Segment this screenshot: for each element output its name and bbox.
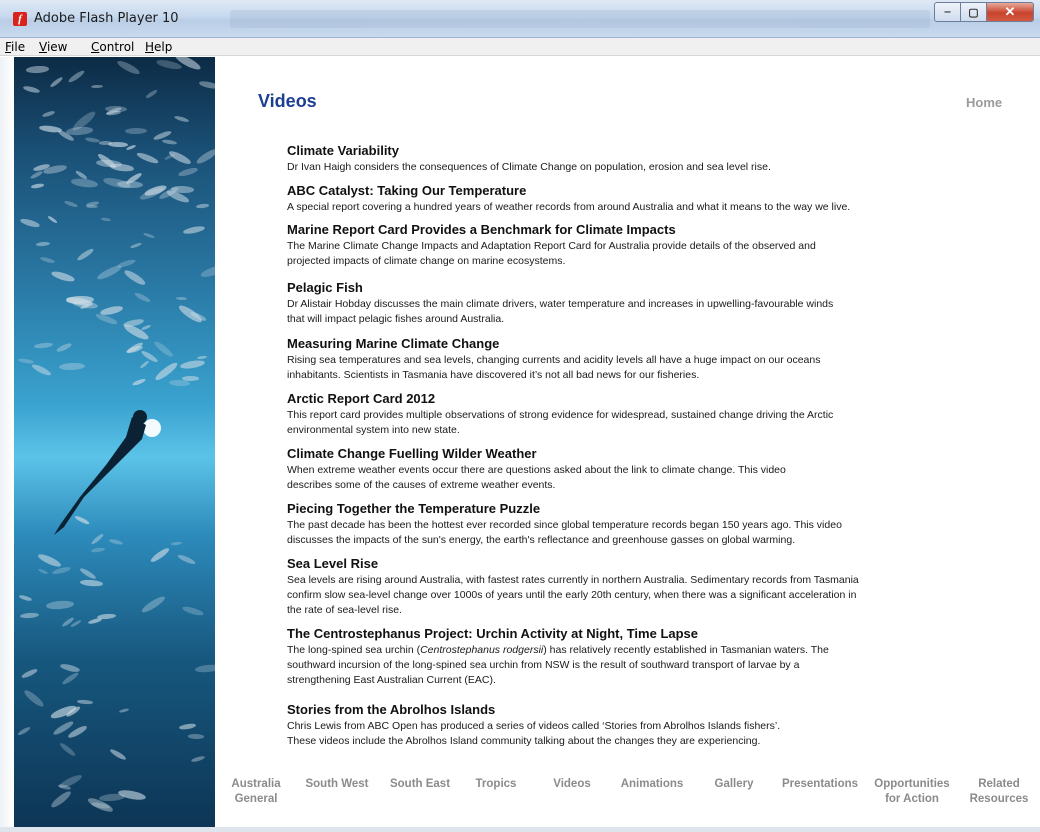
nav-australia-general[interactable]: Australia General bbox=[228, 777, 284, 807]
page-title: Videos bbox=[258, 91, 317, 111]
video-description: Dr Ivan Haigh considers the consequences… bbox=[287, 161, 771, 173]
video-description: A special report covering a hundred year… bbox=[287, 201, 851, 213]
window-title: Adobe Flash Player 10 bbox=[34, 11, 179, 26]
video-item-wilder-weather[interactable]: Climate Change Fuelling Wilder Weather W… bbox=[287, 446, 967, 493]
menu-bar: File View Control Help bbox=[0, 38, 1040, 56]
video-item-temperature-puzzle[interactable]: Piecing Together the Temperature Puzzle … bbox=[287, 501, 967, 548]
nav-animations[interactable]: Animations bbox=[616, 777, 688, 792]
title-bar: f Adobe Flash Player 10 ‒ ▢ ✕ bbox=[0, 0, 1040, 38]
video-item-pelagic-fish[interactable]: Pelagic Fish Dr Alistair Hobday discusse… bbox=[287, 280, 967, 327]
menu-help-accel: H bbox=[145, 40, 155, 54]
menu-control[interactable]: Control bbox=[91, 40, 134, 54]
video-title[interactable]: Piecing Together the Temperature Puzzle bbox=[287, 501, 967, 517]
nav-south-east[interactable]: South East bbox=[384, 777, 456, 792]
menu-help-label: elp bbox=[154, 40, 173, 54]
nav-gallery[interactable]: Gallery bbox=[708, 777, 760, 792]
menu-file-label: ile bbox=[11, 40, 26, 54]
maximize-icon: ▢ bbox=[968, 6, 979, 19]
nav-south-west[interactable]: South West bbox=[300, 777, 374, 792]
menu-help[interactable]: Help bbox=[145, 40, 172, 54]
fish-shape bbox=[187, 733, 205, 739]
video-title[interactable]: Climate Variability bbox=[287, 143, 967, 159]
video-item-centrostephanus-project[interactable]: The Centrostephanus Project: Urchin Acti… bbox=[287, 626, 967, 688]
video-title[interactable]: Climate Change Fuelling Wilder Weather bbox=[287, 446, 967, 462]
nav-opportunities-for-action[interactable]: Opportunities for Action bbox=[870, 777, 954, 807]
nav-videos[interactable]: Videos bbox=[548, 777, 596, 792]
left-edge bbox=[0, 57, 14, 827]
flash-player-window: f Adobe Flash Player 10 ‒ ▢ ✕ File View … bbox=[0, 0, 1040, 832]
video-description: This report card provides multiple obser… bbox=[287, 409, 834, 436]
video-description: The long-spined sea urchin (Centrostepha… bbox=[287, 644, 829, 686]
video-item-climate-variability[interactable]: Climate Variability Dr Ivan Haigh consid… bbox=[287, 143, 967, 175]
menu-view[interactable]: View bbox=[39, 40, 67, 54]
flash-app-icon: f bbox=[13, 12, 27, 26]
video-description: Chris Lewis from ABC Open has produced a… bbox=[287, 720, 781, 747]
home-link[interactable]: Home bbox=[966, 95, 1002, 110]
close-icon: ✕ bbox=[1004, 4, 1016, 19]
video-description: Dr Alistair Hobday discusses the main cl… bbox=[287, 298, 834, 325]
menu-view-label: iew bbox=[46, 40, 68, 54]
video-title[interactable]: Arctic Report Card 2012 bbox=[287, 391, 967, 407]
video-description: When extreme weather events occur there … bbox=[287, 464, 786, 491]
video-title[interactable]: Measuring Marine Climate Change bbox=[287, 336, 967, 352]
maximize-button[interactable]: ▢ bbox=[961, 2, 987, 22]
video-title[interactable]: Marine Report Card Provides a Benchmark … bbox=[287, 222, 967, 238]
minimize-button[interactable]: ‒ bbox=[934, 2, 961, 22]
diver-with-fish-school-photo bbox=[14, 57, 215, 827]
video-description: The Marine Climate Change Impacts and Ad… bbox=[287, 240, 816, 267]
footer-navigation: Australia General South West South East T… bbox=[222, 777, 1040, 817]
video-item-abrolhos-islands[interactable]: Stories from the Abrolhos Islands Chris … bbox=[287, 702, 967, 749]
nav-presentations[interactable]: Presentations bbox=[778, 777, 862, 792]
menu-view-accel: V bbox=[39, 40, 47, 54]
video-title[interactable]: Stories from the Abrolhos Islands bbox=[287, 702, 967, 718]
diver-torch-light bbox=[143, 419, 161, 437]
video-item-arctic-report-card[interactable]: Arctic Report Card 2012 This report card… bbox=[287, 391, 967, 438]
flash-content-area: Videos Home Climate Variability Dr Ivan … bbox=[0, 57, 1040, 827]
video-description: Rising sea temperatures and sea levels, … bbox=[287, 354, 821, 381]
diver-body bbox=[54, 417, 146, 535]
fish-shape bbox=[98, 140, 112, 145]
video-description: Sea levels are rising around Australia, … bbox=[287, 574, 859, 616]
video-item-measuring-marine-climate-change[interactable]: Measuring Marine Climate Change Rising s… bbox=[287, 336, 967, 383]
title-bar-blur bbox=[230, 10, 930, 28]
nav-related-resources[interactable]: Related Resources bbox=[964, 777, 1034, 807]
video-description: The past decade has been the hottest eve… bbox=[287, 519, 842, 546]
nav-tropics[interactable]: Tropics bbox=[470, 777, 522, 792]
video-item-abc-catalyst[interactable]: ABC Catalyst: Taking Our Temperature A s… bbox=[287, 183, 967, 215]
video-title[interactable]: Sea Level Rise bbox=[287, 556, 967, 572]
window-bottom-border bbox=[0, 827, 1040, 832]
minimize-icon: ‒ bbox=[944, 6, 951, 18]
menu-control-label: ontrol bbox=[99, 40, 135, 54]
video-item-sea-level-rise[interactable]: Sea Level Rise Sea levels are rising aro… bbox=[287, 556, 967, 618]
video-item-marine-report-card[interactable]: Marine Report Card Provides a Benchmark … bbox=[287, 222, 967, 269]
close-button[interactable]: ✕ bbox=[987, 2, 1034, 22]
diver-head bbox=[133, 410, 147, 424]
video-title[interactable]: ABC Catalyst: Taking Our Temperature bbox=[287, 183, 967, 199]
window-controls: ‒ ▢ ✕ bbox=[934, 2, 1034, 22]
video-title[interactable]: Pelagic Fish bbox=[287, 280, 967, 296]
video-title[interactable]: The Centrostephanus Project: Urchin Acti… bbox=[287, 626, 967, 642]
menu-file[interactable]: File bbox=[5, 40, 25, 54]
